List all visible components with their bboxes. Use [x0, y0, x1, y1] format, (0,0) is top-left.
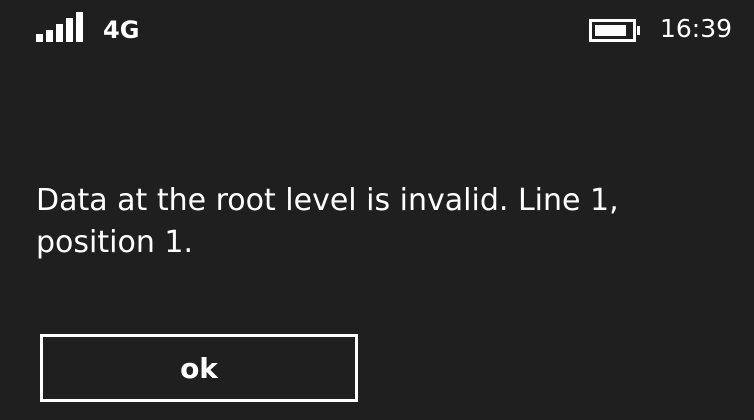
- clock-time: 16:39: [660, 14, 733, 43]
- ok-button[interactable]: ok: [40, 334, 358, 402]
- battery-icon: [589, 16, 641, 46]
- network-type-label: 4G: [103, 16, 140, 44]
- status-bar: 4G 16:39: [0, 0, 754, 64]
- error-message: Data at the root level is invalid. Line …: [36, 183, 619, 260]
- signal-strength-icon: [36, 12, 88, 42]
